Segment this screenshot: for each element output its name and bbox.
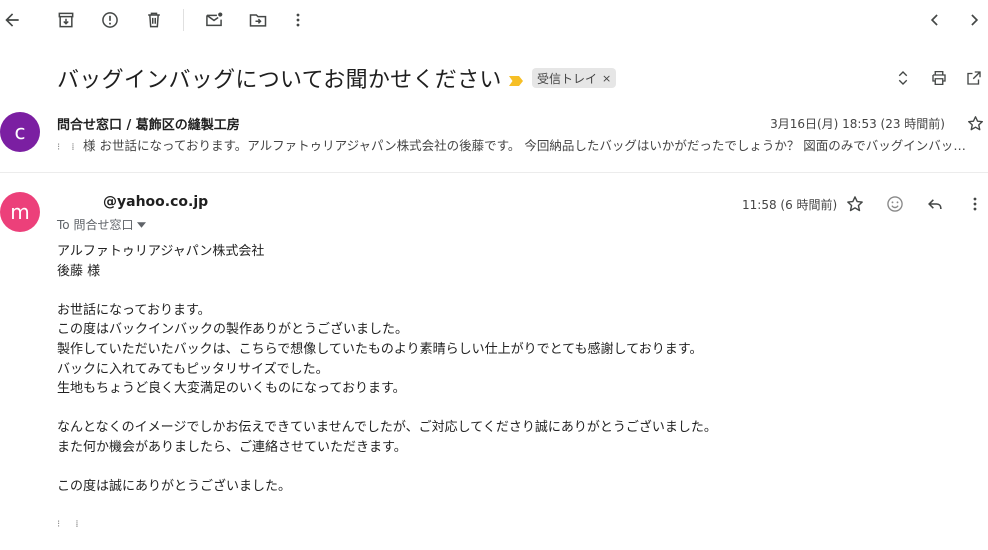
- remove-label-icon[interactable]: ×: [602, 72, 611, 85]
- body-line: お世話になっております。: [57, 302, 211, 318]
- body-line: バックに入れてみてもピッタリサイズでした。: [57, 361, 329, 377]
- archive-icon[interactable]: [50, 4, 82, 36]
- sender-email[interactable]: @yahoo.co.jp: [57, 194, 208, 210]
- star-icon[interactable]: [964, 112, 986, 134]
- trash-icon[interactable]: [138, 4, 170, 36]
- open-in-new-window-icon[interactable]: [960, 64, 988, 92]
- expanded-message: m @yahoo.co.jp To 問合せ窓口 11:58 (6 時間前) アル…: [0, 186, 988, 550]
- sender-domain: @yahoo.co.jp: [103, 194, 209, 210]
- body-line: この度はバックインバックの製作ありがとうございました。: [57, 322, 409, 338]
- body-recipient: 後藤 様: [57, 263, 101, 279]
- star-icon[interactable]: [841, 190, 869, 218]
- message-snippet: ⁝ ⁞ 様 お世話になっております。アルファトゥリアジャパン株式会社の後藤です。 …: [57, 135, 975, 154]
- more-vert-icon[interactable]: [961, 190, 988, 218]
- body-line: 生地もちょうど良く大変満足のいくものになっております。: [57, 381, 406, 397]
- message-date: 3月16日(月) 18:53 (23 時間前): [770, 117, 945, 131]
- toolbar-divider: [183, 9, 184, 31]
- body-line: また何か機会がありましたら、ご連絡させていただきます。: [57, 439, 407, 455]
- body-line: なんとなくのイメージでしかお伝えできていませんでしたが、ご対応してくださり誠にあ…: [57, 420, 717, 436]
- subject-row: バッグインバッグについてお聞かせください 受信トレイ ×: [0, 56, 988, 100]
- reply-icon[interactable]: [921, 190, 949, 218]
- message-divider: [0, 172, 988, 173]
- email-subject: バッグインバッグについてお聞かせください: [57, 68, 502, 93]
- add-reaction-icon[interactable]: [881, 190, 909, 218]
- inbox-label-text: 受信トレイ: [537, 71, 598, 86]
- report-spam-icon[interactable]: [94, 4, 126, 36]
- chevron-right-icon[interactable]: [958, 4, 988, 36]
- snippet-text: 様 お世話になっております。アルファトゥリアジャパン株式会社の後藤です。 今回納…: [83, 138, 975, 153]
- signature-redacted: ⁝ ⁞: [57, 518, 85, 530]
- body-line: 製作していただいたバックは、こちらで想像していたものより素晴らしい仕上がりでとて…: [57, 341, 703, 357]
- chevron-left-icon[interactable]: [919, 4, 951, 36]
- body-company: アルファトゥリアジャパン株式会社: [57, 244, 265, 259]
- back-arrow-icon[interactable]: [0, 4, 28, 36]
- expand-collapse-icon[interactable]: [889, 64, 917, 92]
- body-line: この度は誠にありがとうございました。: [57, 479, 292, 495]
- message-date: 11:58 (6 時間前): [742, 198, 838, 212]
- importance-marker-icon[interactable]: [508, 72, 524, 86]
- avatar: c: [0, 112, 40, 152]
- message-body: アルファトゥリアジャパン株式会社 後藤 様 お世話になっております。 この度はバ…: [57, 242, 717, 534]
- more-vert-icon[interactable]: [282, 4, 314, 36]
- recipient-details[interactable]: To 問合せ窓口: [57, 216, 147, 233]
- print-icon[interactable]: [925, 64, 953, 92]
- avatar: m: [0, 192, 40, 232]
- move-to-icon[interactable]: [242, 4, 274, 36]
- inbox-label-chip[interactable]: 受信トレイ ×: [532, 68, 617, 88]
- sender-name: 問合せ窓口 / 葛飾区の縫製工房: [57, 118, 240, 133]
- chevron-down-icon: [137, 221, 147, 228]
- redacted-name: ⁝ ⁞: [57, 142, 79, 153]
- mark-unread-icon[interactable]: [198, 4, 230, 36]
- toolbar: [0, 0, 988, 40]
- to-label: To 問合せ窓口: [57, 218, 134, 232]
- collapsed-message[interactable]: c 問合せ窓口 / 葛飾区の縫製工房 3月16日(月) 18:53 (23 時間…: [0, 108, 988, 172]
